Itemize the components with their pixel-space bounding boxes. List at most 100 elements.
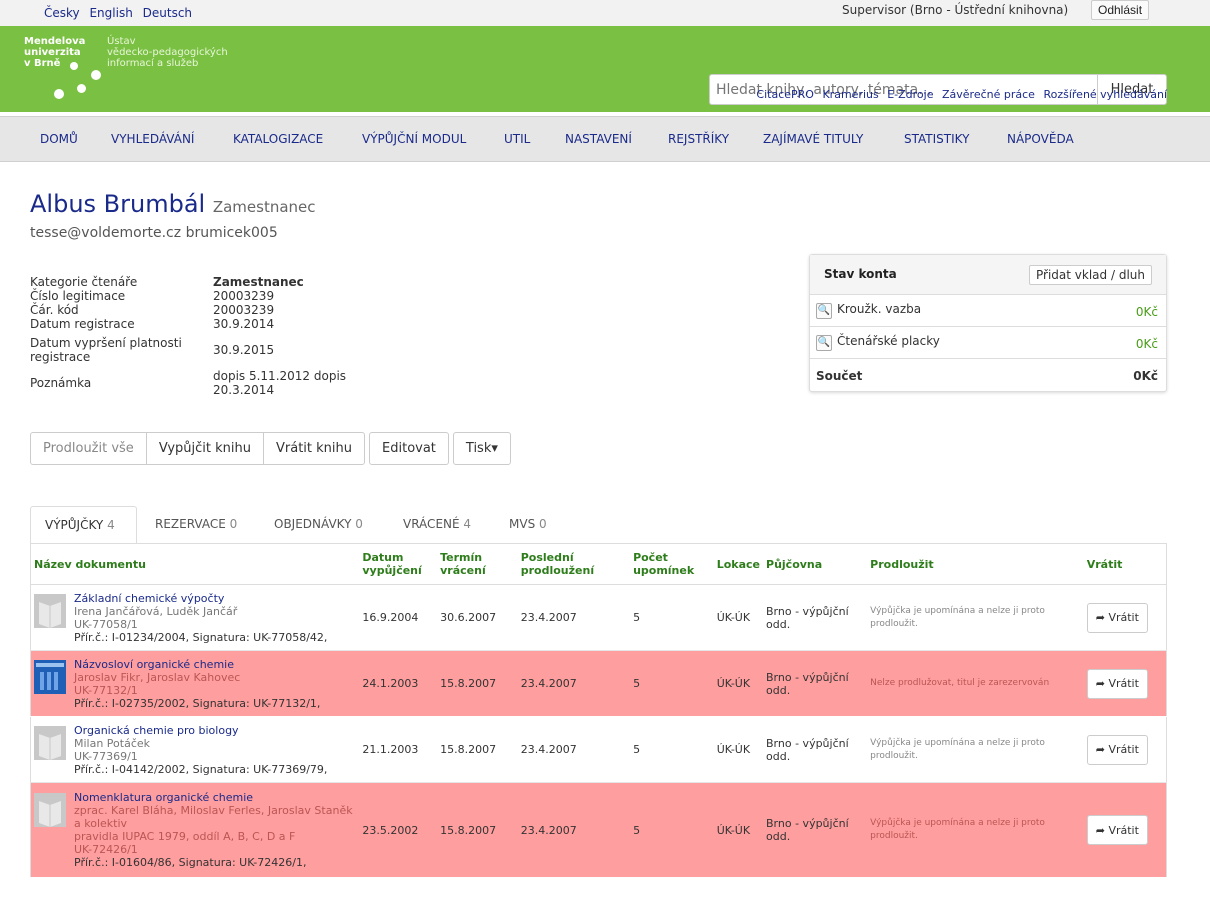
return-button[interactable]: ➦ Vrátit: [1086, 668, 1148, 699]
top-bar: Česky English Deutsch Supervisor (Brno -…: [0, 0, 1210, 26]
doc-title-link[interactable]: Nomenklatura organické chemie: [74, 791, 356, 804]
info-label: Číslo legitimace: [30, 289, 126, 303]
reminder-count: 5: [630, 584, 714, 651]
info-label: Datum vypršení platnosti registrace: [30, 335, 182, 364]
doc-title-link[interactable]: Organická chemie pro biology: [74, 724, 327, 737]
nav-util[interactable]: UTIL: [504, 132, 530, 146]
column-header[interactable]: Vrátit: [1083, 543, 1167, 585]
column-header[interactable]: Termín vrácení: [437, 543, 518, 585]
column-header[interactable]: Název dokumentu: [30, 543, 360, 585]
borrow-book-button[interactable]: Vypůjčit knihu: [145, 432, 264, 465]
lang-en-link[interactable]: English: [89, 6, 132, 20]
account-header: Stav konta Přidat vklad / dluh: [810, 255, 1166, 295]
tab-count: 4: [107, 518, 115, 532]
location: ÚK-ÚK: [713, 782, 764, 878]
document-cell: Základní chemické výpočty Irena Jančářová…: [30, 584, 360, 651]
nav-help[interactable]: NÁPOVĚDA: [1007, 132, 1074, 146]
last-renewal-date: 23.4.2007: [517, 782, 631, 878]
nav-statistics[interactable]: STATISTIKY: [904, 132, 969, 146]
tab-reservations[interactable]: REZERVACE 0: [141, 506, 251, 544]
tab-returned[interactable]: VRÁCENÉ 4: [389, 506, 485, 544]
info-label: Datum registrace: [30, 317, 135, 331]
doc-signature: Přír.č.: I-01604/86, Signatura: UK-72426…: [74, 856, 307, 869]
doc-signature: Přír.č.: I-01234/2004, Signatura: UK-770…: [74, 630, 328, 644]
column-header[interactable]: Datum vypůjčení: [359, 543, 438, 585]
info-value: Zamestnanec: [213, 275, 304, 289]
nav-settings[interactable]: NASTAVENÍ: [565, 132, 632, 146]
column-header[interactable]: Poslední prodloužení: [517, 543, 631, 585]
return-cell: ➦ Vrátit: [1083, 782, 1167, 878]
doc-code: UK-77132/1: [74, 683, 138, 697]
share-arrow-icon: ➦: [1095, 743, 1105, 756]
patron-contact: tesse@voldemorte.cz brumicek005: [30, 225, 278, 241]
site-header: Mendelova univerzita v Brně Ústav vědeck…: [0, 26, 1210, 112]
print-dropdown-button[interactable]: Tisk▾: [452, 432, 511, 465]
renew-note: Výpůjčka je upomínána a nelze ji proto p…: [870, 818, 1045, 841]
zoom-in-icon[interactable]: 🔍: [816, 335, 832, 351]
search-input[interactable]: [709, 74, 1098, 105]
return-button[interactable]: ➦ Vrátit: [1086, 602, 1148, 633]
nav-home[interactable]: DOMŮ: [40, 132, 78, 146]
info-label: Čár. kód: [30, 303, 79, 317]
nav-search[interactable]: VYHLEDÁVÁNÍ: [111, 132, 194, 146]
language-switcher: Česky English Deutsch: [44, 6, 198, 20]
search-button[interactable]: Hledat: [1097, 74, 1167, 105]
book-placeholder-icon: [34, 725, 66, 760]
column-header[interactable]: Lokace: [713, 543, 764, 585]
reminder-count: 5: [630, 716, 714, 783]
tab-ill[interactable]: MVS 0: [495, 506, 561, 544]
logout-button[interactable]: Odhlásit: [1091, 0, 1150, 20]
doc-authors: zprac. Karel Bláha, Miloslav Ferles, Jar…: [74, 804, 353, 830]
tab-loans[interactable]: VÝPŮJČKY 4: [30, 506, 137, 544]
account-row: 🔍 Čtenářské placky 0Kč: [810, 327, 1166, 359]
patron-email: tesse@voldemorte.cz: [30, 225, 182, 241]
location: ÚK-ÚK: [713, 650, 764, 717]
document-cell: Organická chemie pro biology Milan Potáče…: [30, 716, 360, 783]
doc-title-link[interactable]: Názvosloví organické chemie: [74, 658, 320, 671]
lang-de-link[interactable]: Deutsch: [143, 6, 192, 20]
return-book-button[interactable]: Vrátit knihu: [263, 432, 366, 465]
lang-cs-link[interactable]: Česky: [44, 6, 80, 20]
tab-orders[interactable]: OBJEDNÁVKY 0: [260, 506, 377, 544]
share-arrow-icon: ➦: [1095, 823, 1105, 837]
last-renewal-date: 23.4.2007: [517, 584, 631, 651]
doc-title-link[interactable]: Základní chemické výpočty: [74, 592, 327, 605]
renew-cell: Výpůjčka je upomínána a nelze ji proto p…: [867, 716, 1084, 783]
table-row: Organická chemie pro biology Milan Potáče…: [30, 716, 1167, 783]
borrowed-date: 23.5.2002: [359, 782, 438, 878]
tab-label: OBJEDNÁVKY: [274, 517, 352, 531]
zoom-in-icon[interactable]: 🔍: [816, 303, 832, 319]
circulation-desk: Brno - výpůjční odd.: [763, 650, 868, 717]
return-button[interactable]: ➦ Vrátit: [1086, 815, 1148, 845]
renew-all-button[interactable]: Prodloužit vše: [30, 432, 147, 465]
info-label: Kategorie čtenáře: [30, 275, 138, 289]
return-button[interactable]: ➦ Vrátit: [1086, 734, 1148, 765]
edit-button[interactable]: Editovat: [369, 432, 449, 465]
column-header[interactable]: Prodloužit: [867, 543, 1084, 585]
account-sum-amount: 0Kč: [1133, 369, 1158, 383]
column-header[interactable]: Počet upomínek: [630, 543, 714, 585]
nav-indexes[interactable]: REJSTŘÍKY: [668, 132, 729, 146]
nav-circulation[interactable]: VÝPŮJČNÍ MODUL: [362, 132, 466, 146]
doc-code: UK-77058/1: [74, 617, 138, 631]
share-arrow-icon: ➦: [1095, 677, 1105, 690]
doc-signature: Přír.č.: I-04142/2002, Signatura: UK-773…: [74, 762, 328, 776]
circulation-desk: Brno - výpůjční odd.: [763, 782, 868, 878]
nav-featured[interactable]: ZAJÍMAVÉ TITULY: [763, 132, 863, 146]
renew-note: Nelze prodlužovat, titul je zarezervován: [870, 678, 1050, 688]
renew-note: Výpůjčka je upomínána a nelze ji proto p…: [870, 605, 1045, 629]
add-deposit-button[interactable]: Přidat vklad / dluh: [1029, 265, 1152, 285]
circulation-desk: Brno - výpůjční odd.: [763, 716, 868, 783]
main-nav: DOMŮ VYHLEDÁVÁNÍ KATALOGIZACE VÝPŮJČNÍ M…: [0, 116, 1210, 162]
info-value: 20003239: [213, 303, 275, 317]
account-sum-label: Součet: [816, 369, 863, 383]
patron-login: brumicek005: [185, 225, 278, 241]
table-row: Základní chemické výpočty Irena Jančářová…: [30, 584, 1167, 651]
due-date: 15.8.2007: [437, 716, 518, 783]
due-date: 30.6.2007: [437, 584, 518, 651]
last-renewal-date: 23.4.2007: [517, 650, 631, 717]
column-header[interactable]: Půjčovna: [763, 543, 868, 585]
nav-cataloguing[interactable]: KATALOGIZACE: [233, 132, 323, 146]
due-date: 15.8.2007: [437, 650, 518, 717]
tab-count: 0: [355, 517, 363, 531]
